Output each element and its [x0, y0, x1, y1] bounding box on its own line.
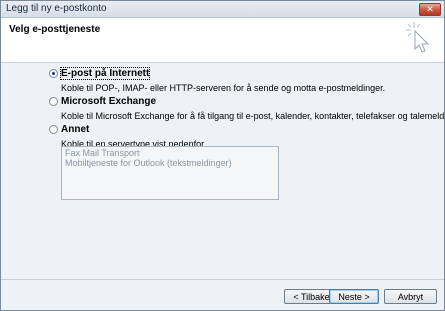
content-area: E-post på Internett Koble til POP-, IMAP…	[1, 63, 444, 277]
radio-internet-email[interactable]	[49, 69, 58, 78]
wizard-header: Velg e-posttjeneste	[1, 18, 444, 63]
list-item[interactable]: Fax Mail Transport	[62, 148, 278, 158]
option-description: Koble til POP-, IMAP- eller HTTP-servere…	[61, 83, 386, 93]
close-icon: ✕	[426, 4, 434, 14]
other-services-list[interactable]: Fax Mail Transport Mobiltjeneste for Out…	[61, 146, 279, 200]
page-title: Velg e-posttjeneste	[9, 24, 101, 35]
window-title: Legg til ny e-postkonto	[6, 3, 107, 14]
dialog-window: Legg til ny e-postkonto ✕ Velg e-posttje…	[0, 0, 445, 311]
cursor-sparkle-icon	[406, 22, 430, 53]
list-item[interactable]: Mobiltjeneste for Outlook (tekstmeldinge…	[62, 158, 278, 168]
option-label[interactable]: Microsoft Exchange	[61, 96, 156, 107]
option-description: Koble til Microsoft Exchange for å få ti…	[61, 111, 445, 121]
close-button[interactable]: ✕	[419, 3, 441, 16]
radio-other[interactable]	[49, 125, 58, 134]
radio-microsoft-exchange[interactable]	[49, 97, 58, 106]
cancel-button[interactable]: Avbryt	[384, 289, 437, 304]
option-label[interactable]: E-post på Internett	[59, 67, 151, 80]
option-label[interactable]: Annet	[61, 124, 89, 135]
button-bar: < Tilbake Neste > Avbryt	[1, 279, 444, 310]
next-button[interactable]: Neste >	[329, 289, 379, 304]
title-bar: Legg til ny e-postkonto ✕	[1, 1, 444, 18]
